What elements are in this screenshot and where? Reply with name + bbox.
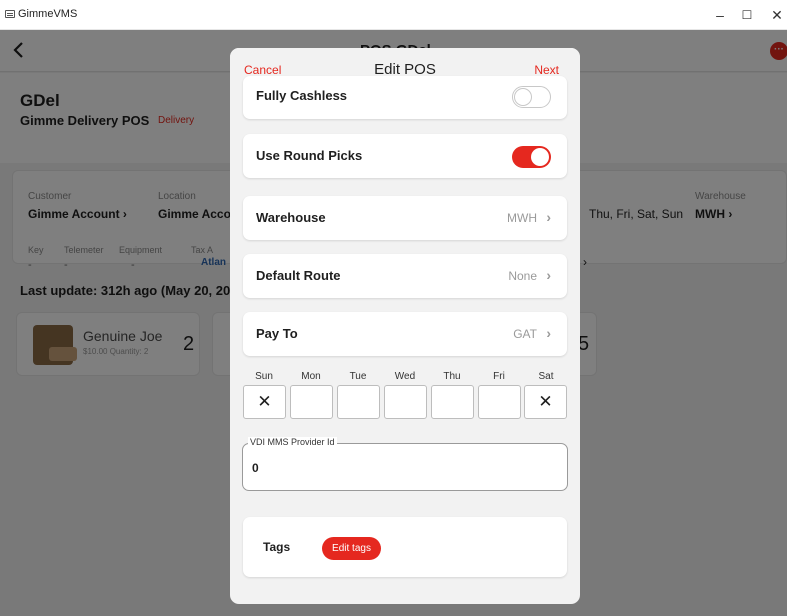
pay-to-value: GAT — [513, 327, 537, 341]
day-checkbox-mon[interactable] — [290, 385, 333, 419]
default-route-value: None — [508, 269, 537, 283]
pay-to-row[interactable]: Pay To GAT › — [243, 312, 567, 356]
day-label-sat: Sat — [538, 371, 554, 382]
warehouse-value: MWH — [507, 211, 537, 225]
next-button[interactable]: Next — [534, 63, 559, 77]
window-titlebar: GimmeVMS – ☐ ✕ — [0, 0, 787, 30]
day-checkbox-fri[interactable] — [478, 385, 521, 419]
day-label-wed: Wed — [394, 371, 416, 382]
pay-to-label: Pay To — [256, 326, 298, 341]
day-checkbox-tue[interactable] — [337, 385, 380, 419]
default-route-row[interactable]: Default Route None › — [243, 254, 567, 298]
chevron-right-icon: › — [546, 209, 551, 225]
day-checkbox-wed[interactable] — [384, 385, 427, 419]
window-title: GimmeVMS — [18, 8, 78, 20]
close-window-button[interactable]: ✕ — [757, 0, 787, 30]
warehouse-label: Warehouse — [256, 210, 326, 225]
day-label-mon: Mon — [301, 371, 321, 382]
use-round-picks-label: Use Round Picks — [256, 148, 363, 163]
edit-tags-button[interactable]: Edit tags — [322, 537, 381, 560]
chevron-right-icon: › — [546, 325, 551, 341]
edit-pos-modal: Edit POS Cancel Next Fully Cashless Use … — [230, 48, 580, 604]
cancel-button[interactable]: Cancel — [244, 63, 281, 77]
day-label-tue: Tue — [349, 371, 367, 382]
app-window-icon — [5, 10, 15, 18]
fully-cashless-label: Fully Cashless — [256, 88, 348, 103]
day-checkbox-sat[interactable]: ✕ — [524, 385, 567, 419]
tags-label: Tags — [263, 540, 291, 554]
warehouse-row[interactable]: Warehouse MWH › — [243, 196, 567, 240]
vdi-mms-provider-id-field[interactable]: VDI MMS Provider Id 0 — [242, 437, 568, 491]
fully-cashless-row: Fully Cashless — [243, 76, 567, 119]
vdi-mms-provider-id-label: VDI MMS Provider Id — [248, 437, 337, 447]
day-label-sun: Sun — [255, 371, 273, 382]
default-route-label: Default Route — [256, 268, 341, 283]
use-round-picks-row: Use Round Picks — [243, 134, 567, 178]
day-label-thu: Thu — [443, 371, 461, 382]
day-checkbox-sun[interactable]: ✕ — [243, 385, 286, 419]
fully-cashless-toggle[interactable] — [512, 86, 551, 108]
day-label-fri: Fri — [493, 371, 505, 382]
day-checkbox-thu[interactable] — [431, 385, 474, 419]
tags-row: Tags Edit tags — [243, 517, 567, 577]
use-round-picks-toggle[interactable] — [512, 146, 551, 168]
chevron-right-icon: › — [546, 267, 551, 283]
vdi-mms-provider-id-value[interactable]: 0 — [252, 461, 259, 475]
